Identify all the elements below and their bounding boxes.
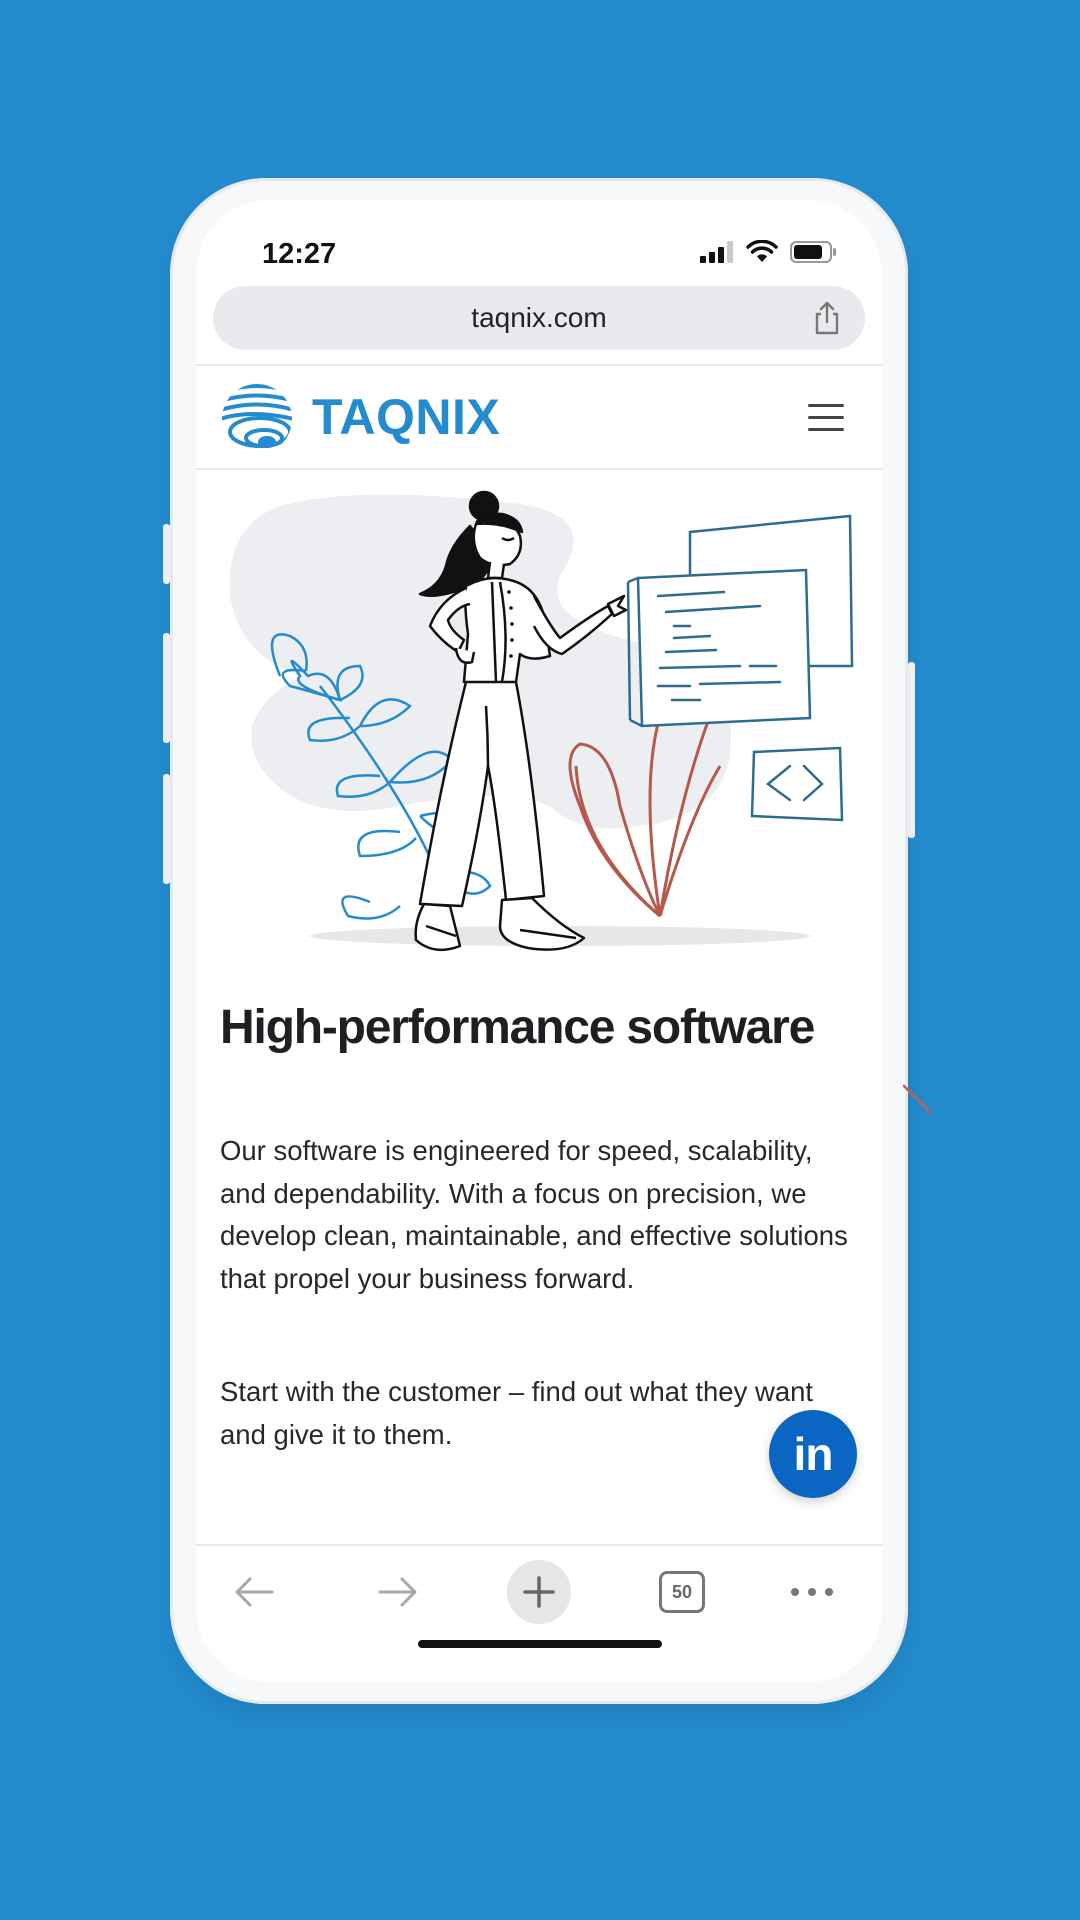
- status-time: 12:27: [262, 238, 337, 270]
- tabs-button[interactable]: 50: [650, 1560, 714, 1624]
- screen: 12:27 taqnix.com TAQNIX High-performance…: [196, 200, 882, 1682]
- hero-paragraph-2: Start with the customer – find out what …: [220, 1376, 814, 1450]
- hamburger-menu-icon[interactable]: [808, 404, 844, 432]
- new-tab-button[interactable]: [507, 1560, 571, 1624]
- hero-paragraph-1: Our software is engineered for speed, sc…: [220, 1135, 848, 1294]
- more-icon: [791, 1588, 833, 1596]
- phone-volume-down-button: [163, 774, 170, 884]
- browser-toolbar: 50: [196, 1546, 882, 1636]
- phone-power-button: [908, 662, 915, 838]
- hero-headline: High-performance software: [220, 1001, 815, 1054]
- cellular-signal-icon: [700, 241, 733, 263]
- phone-volume-up-button: [163, 633, 170, 743]
- url-text[interactable]: taqnix.com: [213, 302, 865, 334]
- share-icon[interactable]: [811, 300, 843, 336]
- new-tab-plus-icon: [523, 1576, 555, 1608]
- brand-name[interactable]: TAQNIX: [312, 388, 500, 446]
- phone-mute-switch: [163, 524, 170, 584]
- address-bar[interactable]: taqnix.com: [213, 286, 865, 350]
- linkedin-fab-button[interactable]: in: [769, 1410, 857, 1498]
- wifi-icon: [746, 240, 778, 262]
- battery-icon: [790, 241, 836, 263]
- back-button[interactable]: [222, 1560, 286, 1624]
- status-icons: [700, 240, 838, 264]
- tabs-icon: 50: [659, 1571, 705, 1613]
- developer-illustration: [229, 490, 854, 952]
- home-indicator[interactable]: [418, 1640, 662, 1648]
- forward-button[interactable]: [366, 1560, 430, 1624]
- back-arrow-icon: [235, 1577, 274, 1607]
- decorative-leaf-stroke: [902, 1084, 932, 1114]
- more-button[interactable]: [780, 1560, 844, 1624]
- phone-frame: 12:27 taqnix.com TAQNIX High-performance…: [163, 178, 915, 1704]
- header-top-divider: [196, 364, 882, 366]
- forward-arrow-icon: [378, 1577, 417, 1607]
- linkedin-icon: in: [793, 1428, 834, 1480]
- header-bottom-divider: [196, 468, 882, 470]
- site-header: TAQNIX: [196, 368, 882, 468]
- taqnix-logo-icon[interactable]: [220, 382, 294, 456]
